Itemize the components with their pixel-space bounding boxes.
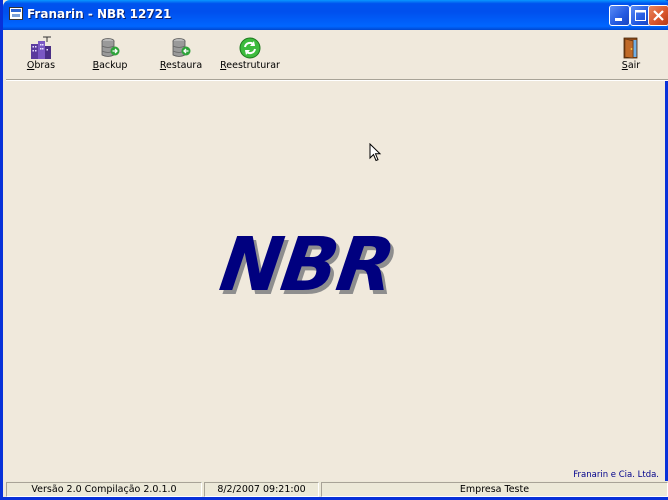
obras-button[interactable]: Obras xyxy=(20,33,62,75)
company-credit: Franarin e Cia. Ltda. xyxy=(573,470,659,480)
backup-button[interactable]: Backup xyxy=(89,33,131,75)
close-button[interactable] xyxy=(648,5,668,26)
restaura-label: Restaura xyxy=(159,60,203,71)
status-version: Versão 2.0 Compilação 2.0.1.0 xyxy=(6,482,202,497)
restaura-button[interactable]: Restaura xyxy=(157,33,205,75)
title-bar[interactable]: Franarin - NBR 12721 xyxy=(3,0,668,30)
nbr-logo: NBR xyxy=(214,222,400,308)
database-backup-icon xyxy=(101,38,120,57)
building-icon xyxy=(31,36,51,59)
status-bar: Versão 2.0 Compilação 2.0.1.0 8/2/2007 0… xyxy=(6,481,668,497)
backup-label: Backup xyxy=(92,60,128,71)
minimize-button[interactable] xyxy=(609,5,630,26)
sair-button[interactable]: Sair xyxy=(616,33,646,75)
minimize-icon xyxy=(615,18,622,21)
app-window-icon[interactable] xyxy=(9,7,23,20)
toolbar: Obras Backup Restaura Reestruturar Sair xyxy=(6,30,668,81)
window-title: Franarin - NBR 12721 xyxy=(27,7,172,21)
reestruturar-button[interactable]: Reestruturar xyxy=(219,33,281,75)
database-restore-icon xyxy=(172,38,191,57)
exit-door-icon xyxy=(623,37,638,59)
app-window: Franarin - NBR 12721 Obras Backup Restau… xyxy=(0,0,668,500)
close-icon xyxy=(653,10,664,21)
refresh-icon xyxy=(239,37,261,59)
obras-label: Obras xyxy=(26,60,56,71)
status-datetime: 8/2/2007 09:21:00 xyxy=(204,482,319,497)
sair-label: Sair xyxy=(621,60,641,71)
status-company: Empresa Teste xyxy=(321,482,668,497)
mouse-pointer-icon xyxy=(369,143,382,162)
reestruturar-label: Reestruturar xyxy=(220,60,280,71)
